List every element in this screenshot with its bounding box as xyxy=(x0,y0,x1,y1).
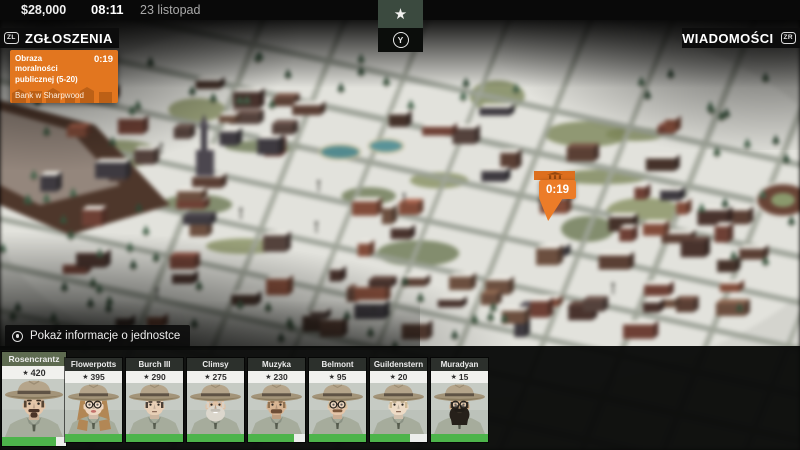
officer-rating: ★395 xyxy=(65,371,122,383)
officer-portrait xyxy=(248,383,305,434)
bank-icon xyxy=(547,172,563,179)
star-icon: ★ xyxy=(329,373,335,381)
star-icon: ★ xyxy=(82,373,88,381)
stick-press-icon xyxy=(12,331,23,342)
officer-rating-value: 95 xyxy=(337,372,346,382)
officer-rating-value: 290 xyxy=(152,372,166,382)
officer-name: Muradyan xyxy=(431,358,488,371)
officer-portrait xyxy=(309,383,366,434)
star-icon: ★ xyxy=(390,373,396,381)
officer-portrait xyxy=(65,383,122,434)
officer-portrait xyxy=(2,379,66,437)
officer-rating-value: 275 xyxy=(213,372,227,382)
show-unit-info-label: Pokaż informacje o jednostce xyxy=(30,330,180,342)
officer-card[interactable]: Belmont★95 xyxy=(309,358,366,442)
officer-rating: ★20 xyxy=(370,371,427,383)
y-button-prompt[interactable]: Y xyxy=(378,28,423,52)
reports-panel-tab[interactable]: ZL ZGŁOSZENIA xyxy=(0,28,119,48)
officer-portrait xyxy=(187,383,244,434)
incident-title: Obraza moralności publicznej (5-20) xyxy=(15,54,87,85)
incident-card[interactable]: Obraza moralności publicznej (5-20) 0:19… xyxy=(10,50,118,103)
officer-card[interactable]: Flowerpotts★395 xyxy=(65,358,122,442)
officer-card[interactable]: Muradyan★15 xyxy=(431,358,488,442)
zr-button-icon[interactable]: ZR xyxy=(781,32,796,44)
officer-name: Climsy xyxy=(187,358,244,371)
calendar-date: 23 listopad xyxy=(140,3,200,17)
officer-rating-value: 20 xyxy=(398,372,407,382)
game-screen: $28,000 08:11 23 listopad ★ Y ZL ZGŁOSZE… xyxy=(0,0,800,450)
star-icon: ★ xyxy=(394,7,407,22)
reports-title: ZGŁOSZENIA xyxy=(19,31,119,46)
officer-name: Muzyka xyxy=(248,358,305,371)
city-hall-panel[interactable]: ★ xyxy=(378,0,423,28)
money-amount: $28,000 xyxy=(21,3,66,17)
officer-progress-bar xyxy=(431,434,488,442)
officer-rating: ★420 xyxy=(2,366,66,379)
officer-card[interactable]: Rosencrantz★420 xyxy=(2,352,66,446)
officer-card[interactable]: Climsy★275 xyxy=(187,358,244,442)
officer-card[interactable]: Burch III★290 xyxy=(126,358,183,442)
messages-title: WIADOMOŚCI xyxy=(682,31,773,46)
officer-rating: ★15 xyxy=(431,371,488,383)
officer-card[interactable]: Guildenstern★20 xyxy=(370,358,427,442)
officer-progress-bar xyxy=(187,434,244,442)
y-button-icon: Y xyxy=(393,32,409,48)
incident-location: Bank w Sharpwood xyxy=(15,91,84,100)
incident-timer: 0:19 xyxy=(94,54,113,65)
star-icon: ★ xyxy=(143,373,149,381)
star-icon: ★ xyxy=(204,373,210,381)
officer-name: Burch III xyxy=(126,358,183,371)
officer-card[interactable]: Muzyka★230 xyxy=(248,358,305,442)
officer-progress-bar xyxy=(309,434,366,442)
officer-rating-value: 395 xyxy=(91,372,105,382)
officer-name: Guildenstern xyxy=(370,358,427,371)
officer-rating-value: 230 xyxy=(274,372,288,382)
clock-time: 08:11 xyxy=(91,2,124,17)
star-icon: ★ xyxy=(451,373,457,381)
officer-rating: ★290 xyxy=(126,371,183,383)
officer-rating: ★95 xyxy=(309,371,366,383)
officer-progress-bar xyxy=(370,434,427,442)
marker-tail xyxy=(539,198,563,221)
officer-name: Flowerpotts xyxy=(65,358,122,371)
officer-progress-bar xyxy=(65,434,122,442)
officer-rating-value: 15 xyxy=(459,372,468,382)
officer-name: Rosencrantz xyxy=(2,352,66,366)
officer-progress-bar xyxy=(248,434,305,442)
officer-portrait xyxy=(431,383,488,434)
zl-button-icon[interactable]: ZL xyxy=(4,32,19,44)
marker-timer: 0:19 xyxy=(539,180,576,199)
officer-rating: ★230 xyxy=(248,371,305,383)
star-icon: ★ xyxy=(22,369,28,377)
officer-rating-value: 420 xyxy=(31,368,46,378)
officer-name: Belmont xyxy=(309,358,366,371)
incident-map-marker[interactable]: 0:19 xyxy=(533,171,577,223)
officer-progress-bar xyxy=(2,437,66,446)
star-icon: ★ xyxy=(265,373,271,381)
messages-panel-tab[interactable]: WIADOMOŚCI ZR xyxy=(682,28,800,48)
officer-progress-bar xyxy=(126,434,183,442)
officer-rating: ★275 xyxy=(187,371,244,383)
officer-portrait xyxy=(126,383,183,434)
officer-portrait xyxy=(370,383,427,434)
show-unit-info-button[interactable]: Pokaż informacje o jednostce xyxy=(5,325,190,347)
marker-banner xyxy=(534,171,575,180)
